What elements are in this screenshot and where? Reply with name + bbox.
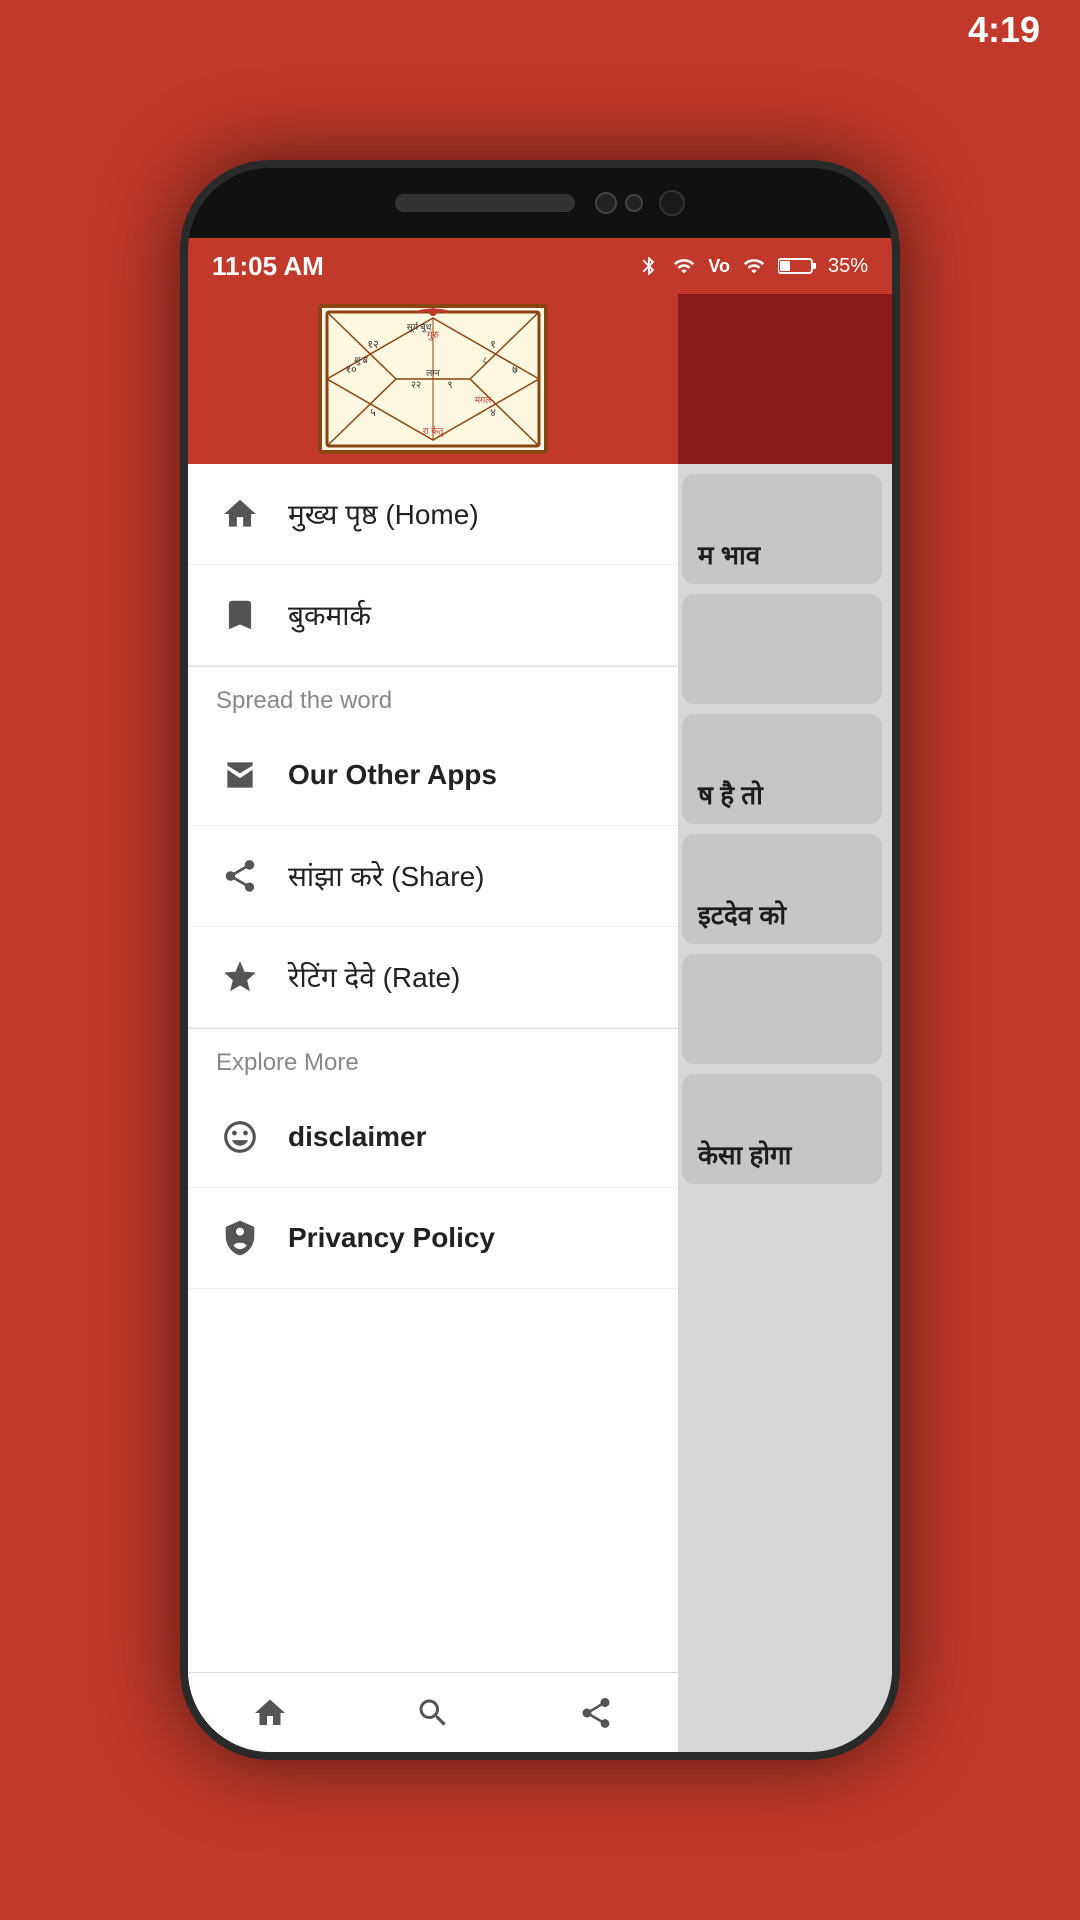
- menu-item-home[interactable]: मुख्य पृष्ठ (Home): [188, 464, 678, 565]
- outer-wrapper: 4:19 11:05 AM Vo: [0, 0, 1080, 1920]
- signal-icon: [670, 255, 698, 277]
- rate-label: रेटिंग देवे (Rate): [288, 958, 460, 996]
- svg-text:१०: १०: [345, 364, 357, 376]
- kundali-chart: गुरु सूर्य बुध १ ८ ७ ४ मंगल रा केतु: [318, 304, 548, 454]
- share-icon: [216, 852, 264, 900]
- top-time: 4:19: [968, 9, 1040, 51]
- status-time: 11:05 AM: [212, 251, 324, 282]
- selfie-camera: [659, 190, 685, 216]
- status-bar: 11:05 AM Vo: [188, 238, 892, 294]
- bookmark-svg: [221, 596, 259, 634]
- menu-item-bookmark[interactable]: बुकमार्क: [188, 565, 678, 666]
- svg-text:२२: २२: [411, 380, 421, 391]
- bottom-home-icon: [252, 1695, 288, 1731]
- home-icon: [216, 490, 264, 538]
- menu-section-main: मुख्य पृष्ठ (Home) बुकमार्क: [188, 464, 678, 666]
- spread-section-header: Spread the word: [188, 667, 678, 725]
- svg-text:लग्न: लग्न: [426, 368, 441, 378]
- store-svg: [221, 756, 259, 794]
- kundali-svg: गुरु सूर्य बुध १ ८ ७ ४ मंगल रा केतु: [323, 308, 543, 450]
- star-icon: [216, 953, 264, 1001]
- menu-section-explore: disclaimer Privancy Policy: [188, 1087, 678, 1289]
- header-right-dark: [672, 294, 892, 464]
- phone-content: म भाव ष है तो इटदेव को केसा होगा: [188, 294, 892, 1752]
- front-camera: [595, 192, 617, 214]
- smile-svg: [221, 1118, 259, 1156]
- front-camera-2: [625, 194, 643, 212]
- home-svg: [221, 495, 259, 533]
- explore-section-header: Explore More: [188, 1029, 678, 1087]
- wifi-icon: [740, 255, 768, 277]
- svg-text:८: ८: [483, 355, 488, 365]
- bottom-share-icon: [578, 1695, 614, 1731]
- bottom-search-icon: [415, 1695, 451, 1731]
- svg-text:सूर्य बुध: सूर्य बुध: [407, 321, 432, 333]
- share-label: सांझा करे (Share): [288, 857, 484, 895]
- top-time-bar: 4:19: [0, 0, 1080, 60]
- svg-text:५: ५: [370, 407, 376, 419]
- menu-item-rate[interactable]: रेटिंग देवे (Rate): [188, 927, 678, 1028]
- svg-text:रा केतु: रा केतु: [423, 425, 445, 437]
- battery-icon: [778, 255, 818, 277]
- bottom-nav-home[interactable]: [252, 1695, 288, 1731]
- drawer-header: गुरु सूर्य बुध १ ८ ७ ४ मंगल रा केतु: [188, 294, 678, 464]
- drawer: गुरु सूर्य बुध १ ८ ७ ४ मंगल रा केतु: [188, 294, 678, 1752]
- bottom-nav-search[interactable]: [415, 1695, 451, 1731]
- menu-item-privacy[interactable]: Privancy Policy: [188, 1188, 678, 1289]
- bottom-nav-bar: [188, 1672, 678, 1752]
- other-apps-label: Our Other Apps: [288, 759, 497, 791]
- phone-top-bar: [188, 168, 892, 238]
- dim-overlay: [662, 464, 892, 1752]
- shield-icon: [216, 1214, 264, 1262]
- bottom-nav-share[interactable]: [578, 1695, 614, 1731]
- vo-label: Vo: [708, 256, 730, 277]
- disclaimer-label: disclaimer: [288, 1121, 427, 1153]
- svg-text:७: ७: [512, 364, 518, 376]
- menu-item-share[interactable]: सांझा करे (Share): [188, 826, 678, 927]
- svg-text:१: १: [490, 339, 496, 351]
- shield-svg: [221, 1219, 259, 1257]
- svg-text:मंगल: मंगल: [475, 395, 492, 405]
- bluetooth-icon: [638, 255, 660, 277]
- svg-text:९: ९: [447, 380, 452, 391]
- bookmark-label: बुकमार्क: [288, 596, 371, 634]
- store-icon: [216, 751, 264, 799]
- svg-text:४: ४: [490, 407, 496, 419]
- phone-frame: 11:05 AM Vo: [180, 160, 900, 1760]
- menu-item-disclaimer[interactable]: disclaimer: [188, 1087, 678, 1188]
- smile-icon: [216, 1113, 264, 1161]
- svg-text:१२: १२: [367, 339, 378, 351]
- privacy-label: Privancy Policy: [288, 1222, 495, 1254]
- status-icons: Vo 35%: [638, 255, 868, 278]
- star-svg: [221, 958, 259, 996]
- menu-item-other-apps[interactable]: Our Other Apps: [188, 725, 678, 826]
- svg-text:शु ब्र: शु ब्र: [354, 355, 369, 366]
- speaker: [395, 194, 575, 212]
- bookmark-icon: [216, 591, 264, 639]
- share-svg: [221, 857, 259, 895]
- menu-section-spread: Our Other Apps सांझा करे (Share): [188, 725, 678, 1028]
- home-label: मुख्य पृष्ठ (Home): [288, 495, 479, 533]
- battery-percent: 35%: [828, 255, 868, 278]
